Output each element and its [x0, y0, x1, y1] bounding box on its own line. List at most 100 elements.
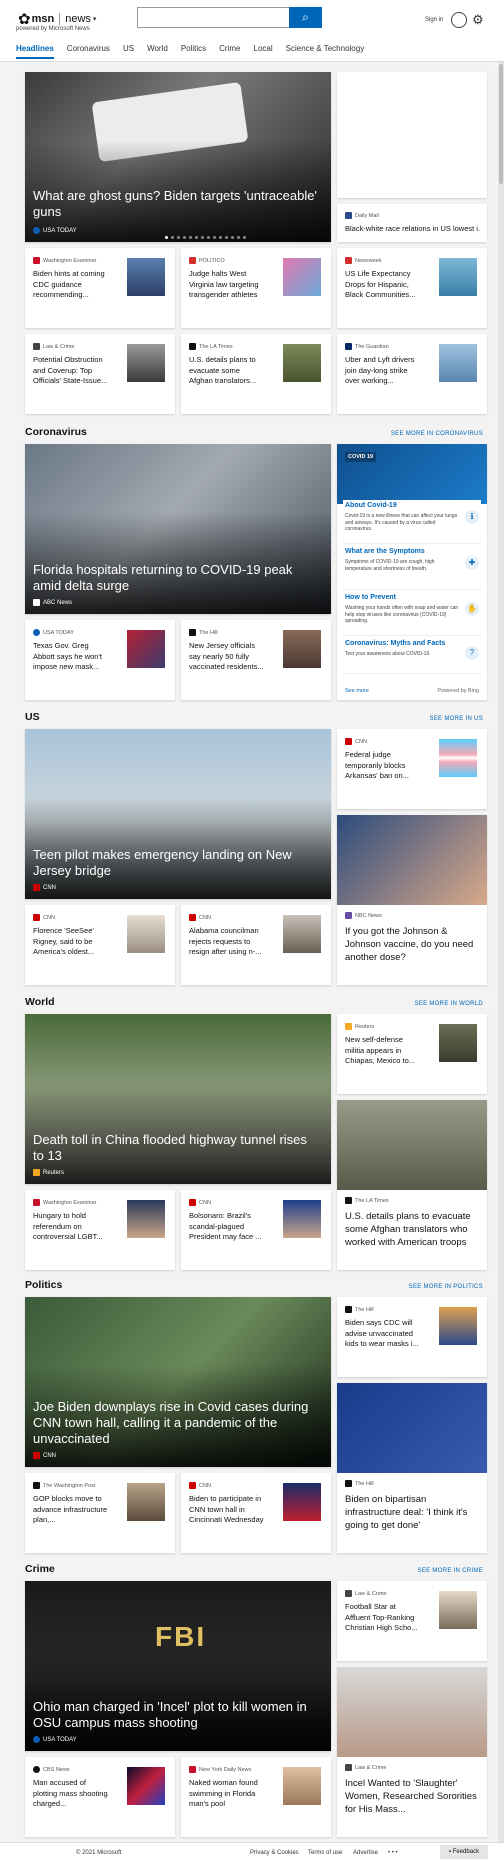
gear-icon[interactable]: ⚙	[472, 12, 484, 28]
carousel-dots[interactable]	[165, 236, 246, 239]
tab-local[interactable]: Local	[254, 44, 273, 59]
story-title[interactable]: Alabama councilman rejects requests to r…	[189, 926, 264, 958]
tab-world[interactable]: World	[147, 44, 168, 59]
hero-title[interactable]: Death toll in China flooded highway tunn…	[33, 1132, 321, 1164]
story-title[interactable]: If you got the Johnson & Johnson vaccine…	[345, 925, 479, 964]
see-more-coronavirus[interactable]: SEE MORE IN CORONAVIRUS	[391, 431, 483, 437]
story-title[interactable]: Florence 'SeeSee' Rigney, said to be Ame…	[33, 926, 108, 958]
story-title[interactable]: Biden says CDC will advise unvaccinated …	[345, 1318, 420, 1350]
story-card[interactable]: Law & Crime Football Star at Affluent To…	[337, 1581, 487, 1661]
story-title[interactable]: Man accused of plotting mass shooting ch…	[33, 1778, 108, 1810]
sign-in-link[interactable]: Sign in	[425, 17, 443, 23]
story-title[interactable]: Uber and Lyft drivers join day-long stri…	[345, 355, 420, 387]
story-card[interactable]: CNN Alabama councilman rejects requests …	[181, 905, 331, 985]
story-card[interactable]: Reuters New self-defense militia appears…	[337, 1014, 487, 1094]
story-card[interactable]: The Guardian Uber and Lyft drivers join …	[337, 334, 487, 414]
story-card[interactable]: POLITICO Judge halts West Virginia law t…	[181, 248, 331, 328]
chevron-down-icon[interactable]: ▾	[93, 15, 97, 23]
story-title[interactable]: Biden on bipartisan infrastructure deal:…	[345, 1493, 479, 1532]
covid-info-item[interactable]: Coronavirus: Myths and Facts Test your aw…	[343, 638, 481, 674]
story-card[interactable]: USA TODAY Texas Gov. Greg Abbott says he…	[25, 620, 175, 700]
search-button[interactable]: ⌕	[289, 7, 322, 28]
hero-story-card[interactable]: FBI Ohio man charged in 'Incel' plot to …	[25, 1581, 331, 1751]
terms-link[interactable]: Terms of use	[308, 1850, 342, 1856]
story-card[interactable]: Washington Examiner Hungary to hold refe…	[25, 1190, 175, 1270]
story-card[interactable]: CNN Federal judge temporarily blocks Ark…	[337, 729, 487, 809]
story-title[interactable]: Incel Wanted to 'Slaughter' Women, Resea…	[345, 1777, 479, 1816]
story-card[interactable]: CBS News Man accused of plotting mass sh…	[25, 1757, 175, 1837]
see-more-us[interactable]: SEE MORE IN US	[429, 716, 483, 722]
story-title[interactable]: Hungary to hold referendum on controvers…	[33, 1211, 108, 1243]
story-meta: Law & Crime	[33, 343, 74, 350]
see-more-politics[interactable]: SEE MORE IN POLITICS	[409, 1284, 483, 1290]
hero-story-card[interactable]: Teen pilot makes emergency landing on Ne…	[25, 729, 331, 899]
story-thumbnail	[439, 344, 477, 382]
story-title[interactable]: Biden hints at coming CDC guidance recom…	[33, 269, 108, 301]
story-title[interactable]: Federal judge temporarily blocks Arkansa…	[345, 750, 420, 782]
story-meta: Washington Examiner	[33, 1199, 97, 1206]
story-title[interactable]: Naked woman found swimming in Florida ma…	[189, 1778, 264, 1810]
story-title[interactable]: US Life Expectancy Drops for Hispanic, B…	[345, 269, 420, 301]
covid-see-more[interactable]: See more	[345, 688, 369, 694]
story-card[interactable]: The Hill Biden says CDC will advise unva…	[337, 1297, 487, 1377]
story-card[interactable]: The Washington Post GOP blocks move to a…	[25, 1473, 175, 1553]
tab-coronavirus[interactable]: Coronavirus	[67, 44, 110, 59]
story-card[interactable]: The Hill New Jersey officials say nearly…	[181, 620, 331, 700]
tab-headlines[interactable]: Headlines	[16, 44, 54, 59]
story-title[interactable]: Biden to participate in CNN town hall in…	[189, 1494, 264, 1526]
story-card[interactable]: Law & Crime Potential Obstruction and Co…	[25, 334, 175, 414]
story-title[interactable]: GOP blocks move to advance infrastructur…	[33, 1494, 108, 1526]
story-card[interactable]: The LA Times U.S. details plans to evacu…	[181, 334, 331, 414]
scrollbar-thumb[interactable]	[499, 64, 503, 184]
see-more-crime[interactable]: SEE MORE IN CRIME	[418, 1568, 483, 1574]
story-title[interactable]: Judge halts West Virginia law targeting …	[189, 269, 264, 301]
story-card[interactable]: Newsweek US Life Expectancy Drops for Hi…	[337, 248, 487, 328]
story-card[interactable]: Daily Mail Black-white race relations in…	[337, 204, 487, 242]
covid-info-item[interactable]: What are the Symptoms Symptoms of COVID-1…	[343, 546, 481, 590]
story-title[interactable]: Texas Gov. Greg Abbott says he won't imp…	[33, 641, 108, 673]
hero-story-card[interactable]: Florida hospitals returning to COVID-19 …	[25, 444, 331, 614]
story-thumbnail	[127, 915, 165, 953]
more-options-icon[interactable]: • • •	[388, 1850, 398, 1856]
story-title[interactable]: U.S. details plans to evacuate some Afgh…	[345, 1210, 479, 1249]
hero-title[interactable]: Teen pilot makes emergency landing on Ne…	[33, 847, 321, 879]
hero-title[interactable]: Florida hospitals returning to COVID-19 …	[33, 562, 321, 594]
avatar[interactable]	[451, 12, 467, 28]
story-title[interactable]: Potential Obstruction and Coverup: Top O…	[33, 355, 108, 387]
tab-science-technology[interactable]: Science & Technology	[286, 44, 365, 59]
hero-title[interactable]: Ohio man charged in 'Incel' plot to kill…	[33, 1699, 321, 1731]
hero-title[interactable]: What are ghost guns? Biden targets 'untr…	[33, 188, 321, 220]
story-title[interactable]: Football Star at Affluent Top-Ranking Ch…	[345, 1602, 420, 1634]
see-more-world[interactable]: SEE MORE IN WORLD	[415, 1001, 483, 1007]
feedback-button[interactable]: ▪ Feedback	[440, 1845, 488, 1859]
story-card[interactable]: Washington Examiner Biden hints at comin…	[25, 248, 175, 328]
covid-info-item[interactable]: How to Prevent Washing your hands often w…	[343, 592, 481, 636]
search-input[interactable]	[137, 7, 289, 28]
tab-crime[interactable]: Crime	[219, 44, 240, 59]
product-text[interactable]: news	[59, 13, 91, 25]
hero-story-card[interactable]: Death toll in China flooded highway tunn…	[25, 1014, 331, 1184]
tab-us[interactable]: US	[123, 44, 134, 59]
story-card[interactable]: The LA Times U.S. details plans to evacu…	[337, 1100, 487, 1270]
story-card[interactable]: Law & Crime Incel Wanted to 'Slaughter' …	[337, 1667, 487, 1837]
covid-info-item[interactable]: About Covid-19 Covid-19 is a new illness …	[343, 500, 481, 544]
hero-story-card[interactable]: What are ghost guns? Biden targets 'untr…	[25, 72, 331, 242]
story-title[interactable]: New Jersey officials say nearly 50 fully…	[189, 641, 264, 673]
source-name: CNN	[43, 1452, 56, 1459]
story-title[interactable]: New self-defense militia appears in Chia…	[345, 1035, 420, 1067]
story-card[interactable]: CNN Florence 'SeeSee' Rigney, said to be…	[25, 905, 175, 985]
tab-politics[interactable]: Politics	[181, 44, 206, 59]
hero-title[interactable]: Joe Biden downplays rise in Covid cases …	[33, 1399, 321, 1447]
story-title[interactable]: Black-white race relations in US lowest …	[345, 224, 480, 235]
story-card[interactable]: The Hill Biden on bipartisan infrastruct…	[337, 1383, 487, 1553]
advertise-link[interactable]: Advertise	[353, 1850, 378, 1856]
scrollbar[interactable]	[498, 62, 504, 1842]
privacy-link[interactable]: Privacy & Cookies	[250, 1850, 299, 1856]
story-card[interactable]: New York Daily News Naked woman found sw…	[181, 1757, 331, 1837]
story-title[interactable]: Bolsonaro: Brazil's scandal-plagued Pres…	[189, 1211, 264, 1243]
story-card[interactable]: CNN Biden to participate in CNN town hal…	[181, 1473, 331, 1553]
hero-story-card[interactable]: Joe Biden downplays rise in Covid cases …	[25, 1297, 331, 1467]
story-card[interactable]: NBC News If you got the Johnson & Johnso…	[337, 815, 487, 985]
story-card[interactable]: CNN Bolsonaro: Brazil's scandal-plagued …	[181, 1190, 331, 1270]
story-title[interactable]: U.S. details plans to evacuate some Afgh…	[189, 355, 264, 387]
